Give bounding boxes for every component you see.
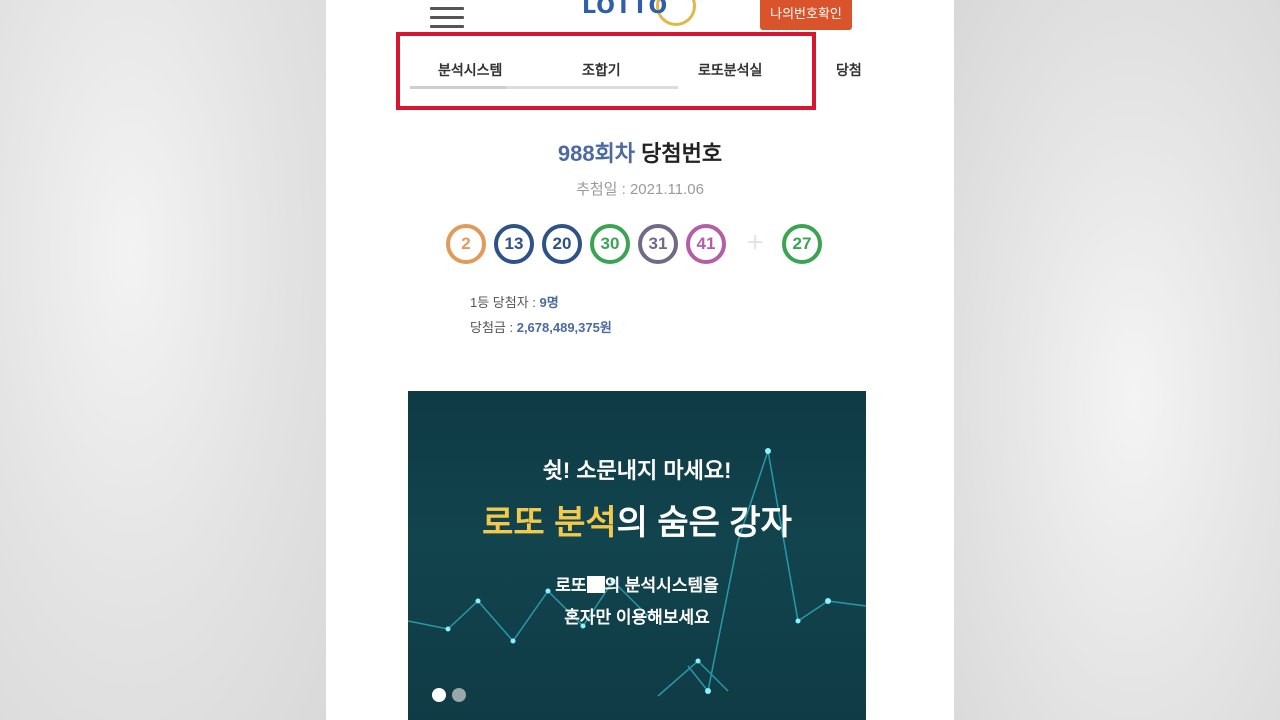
lotto-logo[interactable]: LOTTO [580,0,696,28]
carousel-dots [432,687,472,706]
blurred-background-right [954,0,1280,720]
carousel-dot-active[interactable] [432,688,446,702]
network-graph-decoration [408,448,866,697]
first-prize-label: 1등 당첨자 : [470,295,540,310]
carousel-dot[interactable] [452,688,466,702]
promo-banner[interactable]: 쉿! 소문내지 마세요! 로또 분석의 숨은 강자 로또 의 분석시스템을 혼자만… [408,391,866,720]
banner-line-3: 로또 의 분석시스템을 [408,571,866,596]
banner-line-3a: 로또 [555,576,587,595]
draw-date-label: 추첨일 : [576,181,630,198]
draw-title: 988회차 당첨번호 [326,136,954,168]
redacted-block [586,576,605,593]
winners-info: 1등 당첨자 : 9명 당첨금 : 2,678,489,375원 [470,292,612,342]
number-ball: 13 [494,224,534,264]
number-ball: 2 [446,224,486,264]
banner-headline-highlight: 로또 분석 [482,504,617,542]
prize-amount: 2,678,489,375원 [516,320,612,335]
banner-headline-rest: 의 숨은 강자 [616,504,792,542]
prize-label: 당첨금 : [470,320,517,335]
draw-title-suffix: 당첨번호 [635,141,723,166]
tab-winning[interactable]: 당첨 [836,60,868,80]
banner-line-1: 쉿! 소문내지 마세요! [542,458,732,483]
number-ball: 31 [638,224,678,264]
logo-text: LOTTO [582,0,669,19]
draw-round: 988회차 [557,141,636,166]
number-ball: 41 [686,224,726,264]
mobile-page: LOTTO 나의번호확인 분석시스템 조합기 로또분석실 당첨 988회차 당첨… [326,0,954,720]
my-numbers-button[interactable]: 나의번호확인 [760,0,852,30]
number-ball: 20 [542,224,582,264]
number-ball: 30 [590,224,630,264]
banner-line-3b: 의 분석시스템을 [604,576,719,595]
red-highlight-box [396,32,816,110]
plus-icon: + [746,230,765,255]
draw-date: 추첨일 : 2021.11.06 [326,178,954,199]
hamburger-icon[interactable] [430,7,464,29]
banner-headline: 로또 분석의 숨은 강자 [408,495,866,544]
banner-line-4: 혼자만 이용해보세요 [564,608,710,627]
draw-date-value: 2021.11.06 [629,181,704,198]
bonus-ball: 27 [782,224,822,264]
first-prize-row: 1등 당첨자 : 9명 [470,292,612,311]
prize-row: 당첨금 : 2,678,489,375원 [470,317,612,336]
blurred-background-left [0,0,326,720]
first-prize-count: 9명 [539,295,559,310]
